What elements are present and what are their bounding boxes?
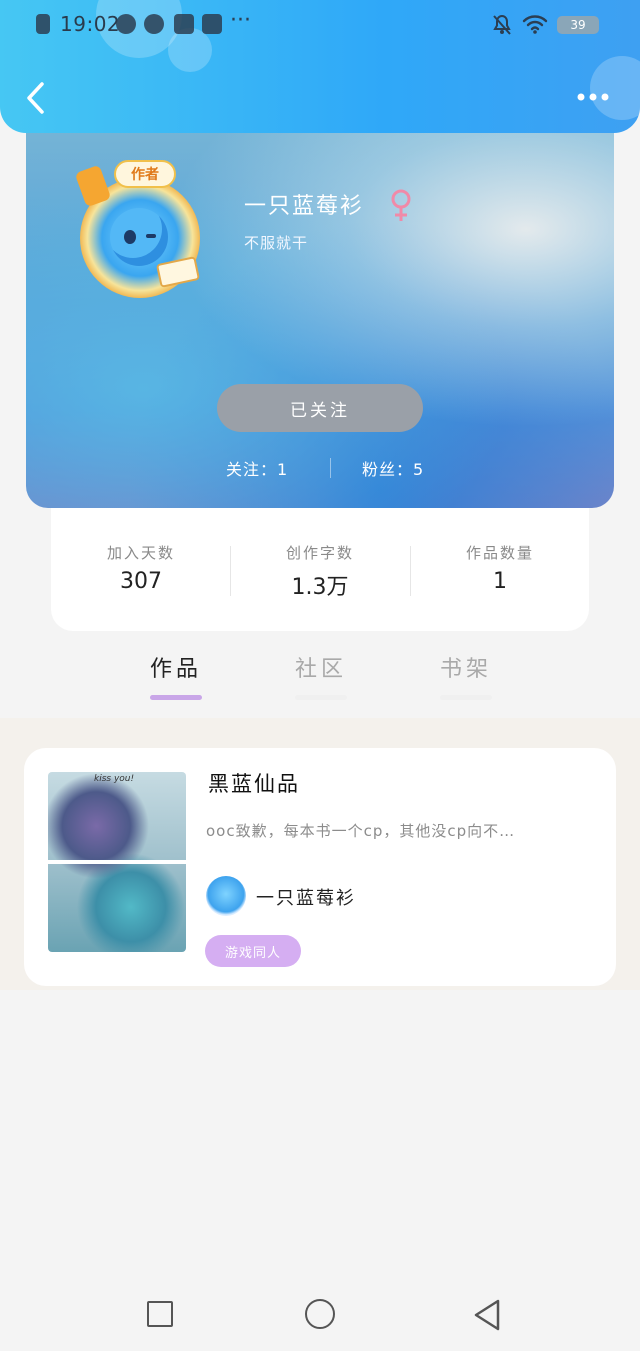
header-bar: 19:02 ··· 39 <box>0 0 640 133</box>
profile-tabs: 作品 社区 书架 <box>0 645 640 705</box>
stat-value: 1.3万 <box>291 575 349 600</box>
status-more-dots: ··· <box>230 8 251 33</box>
status-time: 19:02 <box>60 12 121 36</box>
tab-label: 书架 <box>439 657 492 682</box>
back-arrow-icon[interactable] <box>22 80 52 116</box>
work-description: ooc致歉，每本书一个cp，其他没cp向不… <box>206 822 516 840</box>
user-motto: 不服就干 <box>244 234 309 252</box>
battery-indicator: 39 <box>557 16 599 34</box>
more-options-icon[interactable] <box>576 88 610 106</box>
tab-underline <box>440 695 492 700</box>
following-count[interactable]: 关注：1 <box>226 456 288 480</box>
fans-count[interactable]: 粉丝：5 <box>362 456 424 480</box>
back-triangle-icon[interactable] <box>472 1298 502 1332</box>
avatar-mascot <box>110 208 168 266</box>
tab-label: 社区 <box>294 657 347 682</box>
stat-label: 加入天数 <box>106 544 175 562</box>
tab-community[interactable]: 社区 <box>281 651 361 700</box>
author-avatar-small <box>206 876 246 916</box>
cover-text: kiss you! <box>94 774 135 784</box>
tab-works[interactable]: 作品 <box>136 651 216 700</box>
stat-value: 307 <box>120 569 162 594</box>
sim-icon <box>36 14 50 34</box>
app-icon <box>202 14 222 34</box>
pinwheel-icon <box>174 14 194 34</box>
avatar-eye <box>146 234 156 238</box>
author-badge: 作者 <box>114 160 176 188</box>
cloud-icon <box>116 14 136 34</box>
stat-label: 创作字数 <box>285 544 354 562</box>
stats-panel: 加入天数 307 创作字数 1.3万 作品数量 1 <box>51 508 589 631</box>
system-nav-bar <box>0 1278 640 1351</box>
tab-label: 作品 <box>149 657 202 682</box>
work-title: 黑蓝仙品 <box>208 772 300 796</box>
tab-bookshelf[interactable]: 书架 <box>426 651 506 700</box>
work-card[interactable]: kiss you! 黑蓝仙品 ooc致歉，每本书一个cp，其他没cp向不… 一只… <box>24 748 616 986</box>
cat-icon <box>144 14 164 34</box>
work-tag[interactable]: 游戏同人 <box>205 935 301 967</box>
status-bar: 19:02 ··· 39 <box>0 8 640 40</box>
tab-underline <box>295 695 347 700</box>
bell-off-icon <box>493 14 511 35</box>
username: 一只蓝莓衫 <box>244 194 365 219</box>
home-button[interactable] <box>305 1299 335 1329</box>
profile-card: 作者 一只蓝莓衫 不服就干 已关注 关注：1 粉丝：5 <box>26 110 614 508</box>
stat-works-count: 作品数量 1 <box>410 542 590 594</box>
stat-label: 作品数量 <box>465 544 534 562</box>
follow-button[interactable]: 已关注 <box>217 384 423 432</box>
follow-counts: 关注：1 粉丝：5 <box>26 456 614 480</box>
stat-word-count: 创作字数 1.3万 <box>230 542 410 601</box>
tab-underline <box>150 695 202 700</box>
recent-apps-button[interactable] <box>147 1301 173 1327</box>
female-symbol-icon <box>391 189 411 221</box>
wifi-icon <box>522 15 548 34</box>
stat-join-days: 加入天数 307 <box>51 542 231 594</box>
stat-value: 1 <box>493 569 507 594</box>
avatar-eye <box>124 230 136 244</box>
work-author: 一只蓝莓衫 <box>256 888 356 909</box>
book-cover: kiss you! <box>48 772 186 952</box>
divider <box>330 458 331 478</box>
book-icon <box>155 256 201 288</box>
